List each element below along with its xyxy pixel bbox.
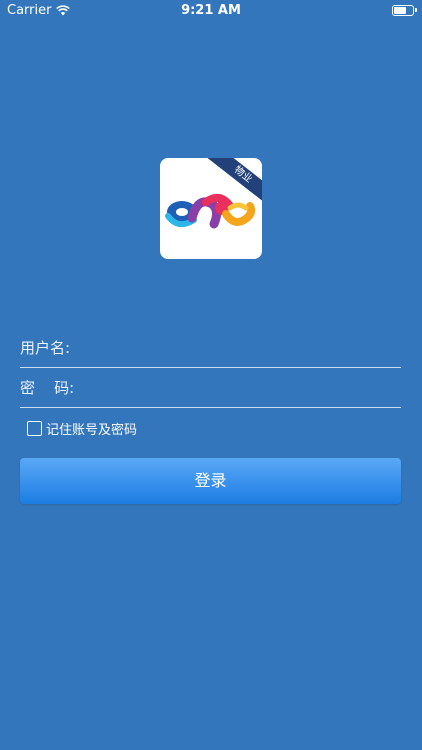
remember-checkbox[interactable] bbox=[27, 421, 42, 436]
password-label: 密 码: bbox=[20, 378, 75, 397]
remember-label[interactable]: 记住账号及密码 bbox=[46, 419, 137, 438]
username-label: 用户名: bbox=[20, 338, 71, 357]
status-time: 9:21 AM bbox=[181, 3, 241, 18]
username-field[interactable]: 用户名: bbox=[20, 327, 401, 368]
battery-icon bbox=[392, 5, 417, 16]
remember-row[interactable]: 记住账号及密码 bbox=[27, 419, 137, 438]
password-field[interactable]: 密 码: bbox=[20, 367, 401, 408]
login-button[interactable]: 登录 bbox=[20, 458, 401, 504]
password-input[interactable] bbox=[74, 372, 401, 402]
username-input[interactable] bbox=[70, 332, 401, 362]
status-bar: Carrier 9:21 AM bbox=[0, 0, 422, 22]
app-logo: 物业 bbox=[160, 158, 262, 259]
